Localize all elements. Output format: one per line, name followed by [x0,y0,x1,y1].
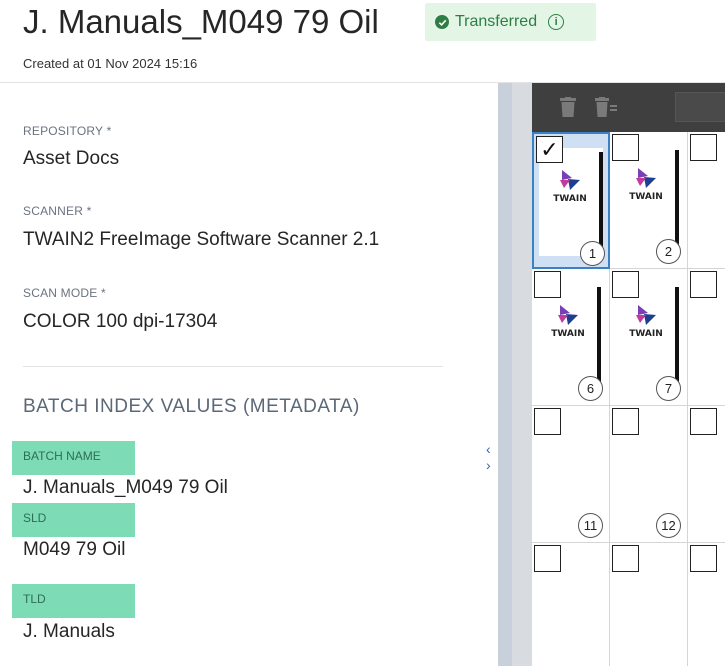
scanner-value: TWAIN2 FreeImage Software Scanner 2.1 [23,229,380,250]
thumbnail-page-partial[interactable] [610,543,688,666]
sld-value: M049 79 Oil [23,539,126,560]
toolbar-dropdown[interactable] [675,92,725,122]
scanner-label: SCANNER * [23,204,92,218]
thumbnail-page-11[interactable]: 11 [532,406,610,543]
repository-value: Asset Docs [23,148,120,169]
page-checkbox[interactable] [612,408,639,435]
section-divider [23,366,443,367]
page-checkbox[interactable] [534,408,561,435]
thumbnail-page-2[interactable]: TWAIN 2 [610,132,688,269]
delete-list-icon[interactable] [595,97,617,122]
page-header: J. Manuals_M049 79 Oil Transferred i Cre… [0,0,725,83]
page-checkbox[interactable] [690,408,717,435]
page-checkbox[interactable] [534,545,561,572]
repository-label: REPOSITORY * [23,124,112,138]
page-checkbox[interactable] [690,545,717,572]
page-checkbox[interactable]: ✓ [536,136,563,163]
page-number: 2 [656,239,681,264]
thumbnail-page-partial[interactable] [688,132,725,269]
batch-details-panel: REPOSITORY * Asset Docs SCANNER * TWAIN2… [0,83,498,666]
panel-collapse-toggle[interactable]: ‹ › [486,441,498,473]
thumbnail-page-partial[interactable] [688,269,725,406]
page-number: 11 [578,513,603,538]
status-label: Transferred [455,13,538,30]
page-number: 1 [580,241,605,266]
page-checkbox[interactable] [612,545,639,572]
thumbnail-page-12[interactable]: 12 [610,406,688,543]
page-number: 6 [578,376,603,401]
trash-icon[interactable] [560,97,576,122]
page-checkbox[interactable] [612,271,639,298]
batch-name-value: J. Manuals_M049 79 Oil [23,477,228,498]
thumbnail-toolbar [532,83,725,132]
thumbnail-panel: TWAIN ✓ 1 TWAIN 2 TWAIN 6 TWAIN 7 11 12 [512,83,725,666]
metadata-section-title: BATCH INDEX VALUES (METADATA) [23,396,360,417]
batch-name-label: BATCH NAME [12,441,135,475]
page-number: 7 [656,376,681,401]
status-badge: Transferred i [425,3,596,41]
check-circle-icon [435,15,449,29]
thumbnail-page-7[interactable]: TWAIN 7 [610,269,688,406]
page-checkbox[interactable] [690,271,717,298]
page-checkbox[interactable] [612,134,639,161]
thumbnail-page-1[interactable]: TWAIN ✓ 1 [532,132,610,269]
thumbnail-page-partial[interactable] [688,543,725,666]
twain-logo-icon: TWAIN [546,303,590,349]
thumbnail-grid: TWAIN ✓ 1 TWAIN 2 TWAIN 6 TWAIN 7 11 12 [532,132,725,666]
page-number: 12 [656,513,681,538]
panel-splitter[interactable] [498,83,512,666]
twain-logo-icon: TWAIN [624,166,668,212]
twain-logo-icon: TWAIN [624,303,668,349]
scan-mode-value: COLOR 100 dpi-17304 [23,311,218,332]
created-timestamp: Created at 01 Nov 2024 15:16 [23,56,198,71]
scan-mode-label: SCAN MODE * [23,286,106,300]
thumbnail-page-partial[interactable] [532,543,610,666]
page-title: J. Manuals_M049 79 Oil [23,3,379,40]
thumbnail-page-partial[interactable] [688,406,725,543]
sld-label: SLD [12,503,135,537]
info-icon[interactable]: i [548,14,565,30]
thumbnail-page-6[interactable]: TWAIN 6 [532,269,610,406]
twain-logo-icon: TWAIN [548,168,592,214]
page-checkbox[interactable] [690,134,717,161]
tld-label: TLD [12,584,135,618]
tld-value: J. Manuals [23,621,115,642]
page-checkbox[interactable] [534,271,561,298]
